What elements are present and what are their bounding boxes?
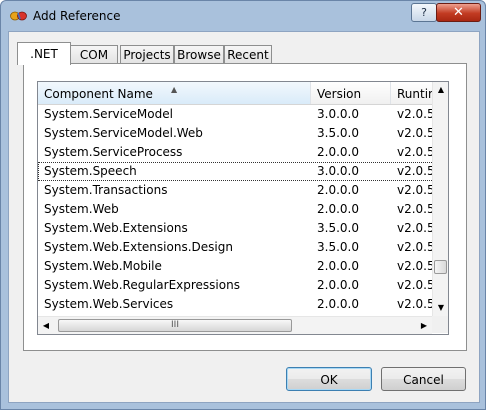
- scroll-up-arrow-icon[interactable]: ▲: [433, 82, 448, 98]
- scroll-left-arrow-icon[interactable]: ◀: [38, 317, 54, 334]
- table-row[interactable]: System.Web.Services 2.0.0.0 v2.0.50: [38, 295, 434, 314]
- cell-runtime: v2.0.50: [397, 240, 434, 254]
- cell-version: 2.0.0.0: [317, 183, 359, 197]
- cell-runtime: v2.0.50: [397, 221, 434, 235]
- cell-component-name: System.Transactions: [44, 183, 168, 197]
- table-row[interactable]: System.Speech 3.0.0.0 v2.0.50: [38, 162, 434, 181]
- cell-runtime: v2.0.50: [397, 107, 434, 121]
- cell-runtime: v2.0.50: [397, 164, 434, 178]
- tab-dotnet[interactable]: .NET: [17, 42, 71, 65]
- column-header-version[interactable]: Version: [311, 82, 391, 104]
- list-header: ▲ Component Name Version Runtim: [38, 82, 448, 105]
- cell-component-name: System.ServiceModel.Web: [44, 126, 203, 140]
- cell-runtime: v2.0.50: [397, 145, 434, 159]
- cell-runtime: v2.0.50: [397, 126, 434, 140]
- ok-button[interactable]: OK: [286, 367, 372, 391]
- cell-component-name: System.Web.RegularExpressions: [44, 278, 240, 292]
- table-row[interactable]: System.Transactions 2.0.0.0 v2.0.50: [38, 181, 434, 200]
- cell-runtime: v2.0.50: [397, 183, 434, 197]
- scroll-right-arrow-icon[interactable]: ▶: [416, 317, 432, 334]
- column-header-component-name[interactable]: ▲ Component Name: [38, 82, 311, 104]
- cell-runtime: v2.0.50: [397, 259, 434, 273]
- cancel-button[interactable]: Cancel: [381, 367, 466, 391]
- table-row[interactable]: System.Web.RegularExpressions 2.0.0.0 v2.0…: [38, 276, 434, 295]
- window-title: Add Reference: [33, 9, 121, 23]
- table-row[interactable]: System.ServiceModel 3.0.0.0 v2.0.50: [38, 105, 434, 124]
- cell-runtime: v2.0.50: [397, 297, 434, 311]
- table-row[interactable]: System.ServiceProcess 2.0.0.0 v2.0.50: [38, 143, 434, 162]
- close-button[interactable]: ✕: [436, 3, 481, 22]
- cell-version: 3.5.0.0: [317, 221, 359, 235]
- vertical-scroll-thumb[interactable]: [434, 260, 447, 274]
- table-row[interactable]: System.Web 2.0.0.0 v2.0.50: [38, 200, 434, 219]
- tab-recent[interactable]: Recent: [224, 45, 272, 64]
- title-bar[interactable]: Add Reference ? ✕: [1, 1, 485, 31]
- sort-ascending-icon: ▲: [171, 85, 178, 94]
- cell-component-name: System.Web.Extensions: [44, 221, 188, 235]
- cell-component-name: System.Web.Extensions.Design: [44, 240, 233, 254]
- cell-version: 3.0.0.0: [317, 164, 359, 178]
- add-reference-dialog: Add Reference ? ✕ .NET COM Projects Brow…: [0, 0, 486, 410]
- cell-version: 3.5.0.0: [317, 126, 359, 140]
- table-row[interactable]: System.ServiceModel.Web 3.5.0.0 v2.0.50: [38, 124, 434, 143]
- cell-version: 3.5.0.0: [317, 240, 359, 254]
- cell-component-name: System.ServiceModel: [44, 107, 173, 121]
- cell-component-name: System.Web.Mobile: [44, 259, 162, 273]
- scrollbar-corner: [432, 316, 448, 333]
- tab-com[interactable]: COM: [70, 45, 118, 64]
- table-row[interactable]: System.Web.Extensions 3.5.0.0 v2.0.50: [38, 219, 434, 238]
- horizontal-scroll-thumb[interactable]: III: [58, 319, 292, 332]
- cell-runtime: v2.0.50: [397, 202, 434, 216]
- horizontal-scrollbar[interactable]: ◀ III ▶: [38, 316, 432, 334]
- table-row[interactable]: System.Web.Mobile 2.0.0.0 v2.0.50: [38, 257, 434, 276]
- cell-version: 2.0.0.0: [317, 297, 359, 311]
- scroll-down-arrow-icon[interactable]: ▼: [433, 300, 448, 316]
- cell-component-name: System.Web: [44, 202, 119, 216]
- tab-projects[interactable]: Projects: [120, 45, 174, 64]
- cell-version: 2.0.0.0: [317, 278, 359, 292]
- tab-browse[interactable]: Browse: [174, 45, 224, 64]
- vertical-scrollbar[interactable]: ▲ ▼: [432, 82, 448, 316]
- cell-component-name: System.ServiceProcess: [44, 145, 183, 159]
- help-button[interactable]: ?: [411, 3, 437, 22]
- cell-version: 3.0.0.0: [317, 107, 359, 121]
- references-icon: [10, 11, 27, 21]
- component-list[interactable]: ▲ Component Name Version Runtim System.S…: [37, 81, 449, 335]
- cell-version: 2.0.0.0: [317, 202, 359, 216]
- cell-component-name: System.Speech: [44, 164, 137, 178]
- table-row[interactable]: System.Web.Extensions.Design 3.5.0.0 v2.0.…: [38, 238, 434, 257]
- cell-version: 2.0.0.0: [317, 259, 359, 273]
- cell-component-name: System.Web.Services: [44, 297, 174, 311]
- cell-version: 2.0.0.0: [317, 145, 359, 159]
- cell-runtime: v2.0.50: [397, 278, 434, 292]
